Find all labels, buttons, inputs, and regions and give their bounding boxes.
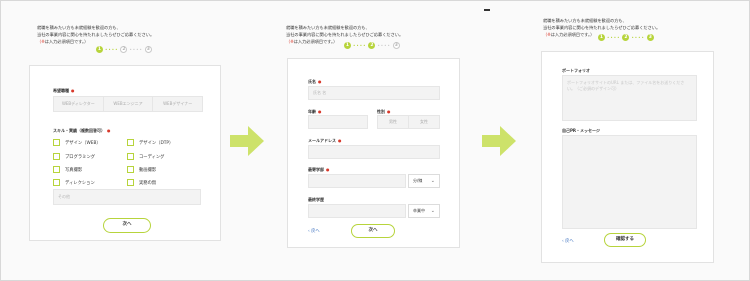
step2-progress: 1 •••• 2 •••• 3 <box>344 42 400 49</box>
step2-next-button[interactable]: 次へ <box>351 224 395 238</box>
education-select[interactable]: 卒業中 ⌄ <box>408 204 440 218</box>
step1-intro: 就職を積みたい方も未就経験を歓迎の方も、 当社の事業内容に関心を持たれましたらぜ… <box>37 24 154 45</box>
other-skill-input[interactable]: その他 <box>53 189 201 205</box>
required-mark: ● <box>338 138 342 143</box>
message-textarea[interactable] <box>562 135 697 229</box>
step-connector: •••• <box>631 35 645 40</box>
role-option-engineer[interactable]: WEBエンジニア <box>104 97 154 111</box>
step2-back-link[interactable]: ‹ 戻へ <box>308 228 320 234</box>
desired-role-label: 希望職種 ● <box>53 88 75 93</box>
step-3-indicator: 3 <box>646 34 654 41</box>
commute-input[interactable] <box>308 174 406 188</box>
intro-line-3: （※は入力必須項目です。） <box>37 39 89 44</box>
intro-line-1: 就職を積みたい方も未就経験を歓迎の方も、 <box>37 25 121 30</box>
arrow-right-icon <box>230 126 264 156</box>
message-label: 自己PR・メッセージ <box>562 128 600 133</box>
role-option-designer[interactable]: WEBデザイナー <box>153 97 202 111</box>
checkbox-box[interactable] <box>127 166 134 173</box>
step-1-indicator: 1 <box>344 42 351 49</box>
skill-checkbox-dtp-design[interactable]: デザイン（DTP） <box>127 139 173 146</box>
intro-line-2: 当社の事業内容に関心を持たれましたらぜひご応募ください。 <box>37 32 155 37</box>
step-2-indicator: 2 <box>368 42 376 49</box>
step-connector: •••• <box>353 43 367 48</box>
step3-back-link[interactable]: ‹ 戻へ <box>562 238 574 244</box>
checkbox-box[interactable] <box>53 153 60 160</box>
step-connector: •••• <box>377 43 391 48</box>
commute-label: 最寄学部 ● <box>308 167 330 172</box>
education-label: 最終学歴 <box>308 197 324 202</box>
chevron-left-icon: ‹ <box>308 229 310 234</box>
step-connector: •••• <box>129 47 143 52</box>
skill-checkbox-programming[interactable]: プログラミング <box>53 153 95 160</box>
step1-form-card: 希望職種 ● WEBディレクター WEBエンジニア WEBデザイナー スキル・実績… <box>29 65 221 241</box>
required-mark: ● <box>318 109 322 114</box>
gender-option-male[interactable]: 男性 <box>378 116 409 128</box>
confirm-button[interactable]: 確認する <box>604 233 646 247</box>
step-3-indicator: 3 <box>392 42 400 49</box>
age-input[interactable] <box>308 115 368 129</box>
chevron-left-icon: ‹ <box>562 239 564 244</box>
chevron-down-icon: ⌄ <box>430 208 435 214</box>
step1-progress: 1 •••• 2 •••• 3 <box>96 46 152 53</box>
skill-checkbox-web-design[interactable]: デザイン（WEB） <box>53 139 101 146</box>
desired-role-selector: WEBディレクター WEBエンジニア WEBデザイナー <box>53 96 203 112</box>
skill-checkbox-direction[interactable]: ディレクション <box>53 179 95 186</box>
required-mark: ● <box>107 128 111 133</box>
step2-form-card: 氏名 ● 氏名 名 年齢 ● 性別 ● 男性 女性 メールアドレス ● 最寄学部 ● 分/… <box>287 58 460 248</box>
skill-checkbox-video[interactable]: 動画撮影 <box>127 166 156 173</box>
step-1-indicator: 1 <box>96 46 103 53</box>
portfolio-label: ポートフォリオ <box>562 68 590 73</box>
role-option-director[interactable]: WEBディレクター <box>54 97 104 111</box>
arrow-right-icon <box>482 126 516 156</box>
checkbox-box[interactable] <box>127 179 134 186</box>
email-label: メールアドレス ● <box>308 138 342 143</box>
checkbox-box[interactable] <box>53 139 60 146</box>
step-connector: •••• <box>607 35 621 40</box>
education-input[interactable] <box>308 204 406 218</box>
checkbox-box[interactable] <box>127 153 134 160</box>
gender-option-female[interactable]: 女性 <box>409 116 439 128</box>
required-mark: ● <box>326 167 330 172</box>
step1-next-button[interactable]: 次へ <box>103 218 151 233</box>
skill-checkbox-none[interactable]: 実務の無 <box>127 179 156 186</box>
required-mark: ● <box>387 109 391 114</box>
intro-line-1: 就職を積みたい方も未就経験を歓迎の方も、 <box>286 25 370 30</box>
email-input[interactable] <box>308 145 440 159</box>
checkbox-box[interactable] <box>53 179 60 186</box>
portfolio-textarea[interactable]: ポートフォリオサイトのURL または、ファイル名をお送りください。（ご必須のデザ… <box>562 75 697 121</box>
skills-label: スキル・実績（複数回答可） ● <box>53 128 111 133</box>
skill-checkbox-coding[interactable]: コーディング <box>127 153 164 160</box>
skill-checkbox-photo[interactable]: 写真撮影 <box>53 166 82 173</box>
step3-form-card: ポートフォリオ ポートフォリオサイトのURL または、ファイル名をお送りください… <box>541 51 714 263</box>
commute-select[interactable]: 分/線 ⌄ <box>408 174 440 188</box>
name-label: 氏名 ● <box>308 79 322 84</box>
intro-line-1: 就職を積みたい方も未就経験を歓迎の方も、 <box>543 18 627 23</box>
name-input[interactable]: 氏名 名 <box>308 86 440 100</box>
step-2-indicator: 2 <box>120 46 128 53</box>
intro-line-2: 当社の事業内容に関心を持たれましたらぜひご応募ください。 <box>543 25 661 30</box>
required-mark: ● <box>318 79 322 84</box>
intro-line-2: 当社の事業内容に関心を持たれましたらぜひご応募ください。 <box>286 32 404 37</box>
step3-progress: 1 •••• 2 •••• 3 <box>598 34 654 41</box>
step-1-indicator: 1 <box>598 34 605 41</box>
top-mark <box>484 9 490 11</box>
gender-selector: 男性 女性 <box>377 115 440 129</box>
required-mark: ● <box>71 88 75 93</box>
step-connector: •••• <box>105 47 119 52</box>
step-2-indicator: 2 <box>622 34 630 41</box>
step-3-indicator: 3 <box>144 46 152 53</box>
chevron-down-icon: ⌄ <box>430 178 435 184</box>
checkbox-box[interactable] <box>53 166 60 173</box>
checkbox-box[interactable] <box>127 139 134 146</box>
